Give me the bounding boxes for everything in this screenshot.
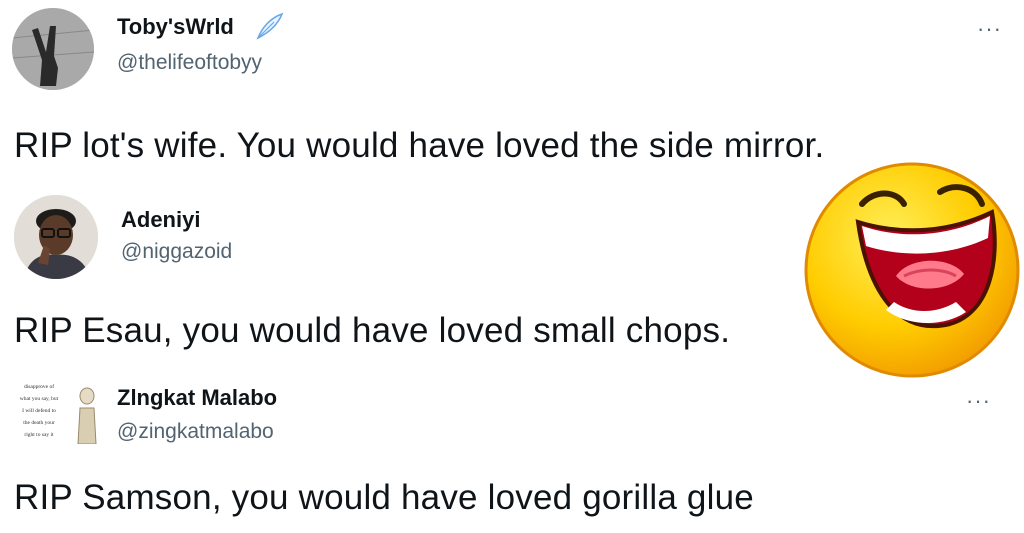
avatar-text-line: I will defend to [22, 408, 56, 414]
person-with-glasses-image [14, 195, 98, 279]
avatar-text-line: the death your [23, 420, 55, 426]
tweet-text: RIP Samson, you would have loved gorilla… [14, 478, 754, 517]
portrait-sketch-image [77, 387, 97, 444]
avatar-text-line: right to say it [24, 432, 54, 438]
user-handle[interactable]: @zingkatmalabo [117, 420, 274, 444]
avatar-text-line: disapprove of [23, 384, 55, 390]
user-handle[interactable]: @niggazoid [121, 240, 232, 264]
avatar[interactable]: disapprove of what you say, but I will d… [4, 382, 100, 452]
feather-icon [256, 12, 284, 40]
hand-peace-sign-image [12, 8, 94, 90]
avatar[interactable] [14, 195, 98, 279]
tweet-text: RIP lot's wife. You would have loved the… [14, 126, 825, 165]
more-options-icon[interactable]: ··· [966, 390, 991, 412]
display-name[interactable]: Zlngkat Malabo [117, 385, 277, 411]
user-handle[interactable]: @thelifeoftobyy [117, 51, 262, 75]
avatar[interactable] [12, 8, 94, 90]
avatar-text-line: what you say, but [19, 396, 59, 402]
more-options-icon[interactable]: ··· [977, 18, 1002, 40]
laughing-emoji-icon [804, 162, 1020, 378]
display-name[interactable]: Toby'sWrld [117, 14, 234, 40]
display-name[interactable]: Adeniyi [121, 207, 200, 233]
tweet-text: RIP Esau, you would have loved small cho… [14, 311, 731, 350]
